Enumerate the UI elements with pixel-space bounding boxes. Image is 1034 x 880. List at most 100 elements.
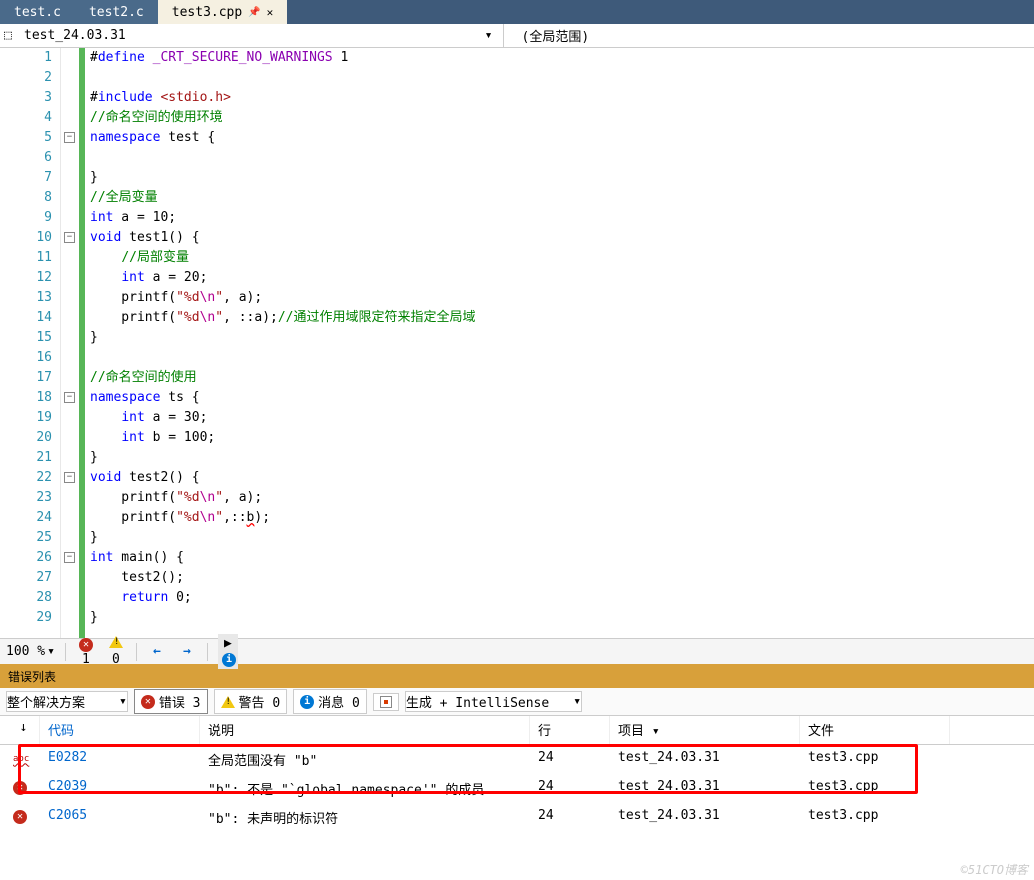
nav-play-button[interactable]: ▶ i bbox=[218, 634, 238, 669]
code-line[interactable]: //全局变量 bbox=[90, 188, 1034, 208]
code-line[interactable]: } bbox=[90, 528, 1034, 548]
scope-dropdown[interactable]: 整个解决方案 ▾ bbox=[6, 691, 128, 712]
error-proj: test_24.03.31 bbox=[610, 777, 800, 800]
warning-icon bbox=[221, 696, 235, 708]
error-panel-title: 错误列表 bbox=[0, 664, 1034, 688]
tab-test-c[interactable]: test.c bbox=[0, 0, 75, 24]
col-file[interactable]: 文件 bbox=[800, 716, 950, 744]
clear-filter-button[interactable] bbox=[373, 693, 399, 711]
intellisense-icon: abc bbox=[13, 754, 27, 764]
code-line[interactable]: void test1() { bbox=[90, 228, 1034, 248]
code-line[interactable]: //命名空间的使用 bbox=[90, 368, 1034, 388]
code-line[interactable]: return 0; bbox=[90, 588, 1034, 608]
code-line[interactable]: } bbox=[90, 168, 1034, 188]
nav-bar: ⬚ test_24.03.31 ▾ (全局范围) bbox=[0, 24, 1034, 48]
info-icon: i bbox=[222, 653, 236, 667]
error-icon: ✕ bbox=[141, 695, 155, 709]
code-line[interactable]: //局部变量 bbox=[90, 248, 1034, 268]
error-row[interactable]: abcE0282全局范围没有 "b"24test_24.03.31test3.c… bbox=[0, 745, 1034, 774]
change-bar bbox=[79, 48, 85, 638]
nav-back-button[interactable]: ← bbox=[147, 644, 167, 659]
fold-margin: − − − − − bbox=[60, 48, 86, 638]
code-line[interactable]: namespace ts { bbox=[90, 388, 1034, 408]
warning-count[interactable]: 0 bbox=[106, 636, 126, 667]
code-line[interactable]: //命名空间的使用环境 bbox=[90, 108, 1034, 128]
fold-toggle[interactable]: − bbox=[64, 232, 75, 243]
error-icon: ✕ bbox=[79, 638, 93, 652]
nav-fwd-button[interactable]: → bbox=[177, 644, 197, 659]
code-line[interactable]: int a = 30; bbox=[90, 408, 1034, 428]
error-desc: "b": 不是 "`global namespace'" 的成员 bbox=[200, 777, 530, 800]
nav-scope-left[interactable]: ⬚ test_24.03.31 ▾ bbox=[0, 24, 504, 47]
code-line[interactable]: } bbox=[90, 608, 1034, 628]
nav-scope-right[interactable]: (全局范围) bbox=[504, 24, 1034, 47]
error-line: 24 bbox=[530, 777, 610, 800]
scope-icon: ⬚ bbox=[4, 28, 20, 43]
zoom-control[interactable]: 100 %▾ bbox=[6, 644, 55, 659]
error-row[interactable]: ✕ C2065"b": 未声明的标识符24test_24.03.31test3.c… bbox=[0, 803, 1034, 832]
code-line[interactable]: printf("%d\n",::b); bbox=[90, 508, 1034, 528]
error-desc: 全局范围没有 "b" bbox=[200, 748, 530, 771]
dropdown-arrow-icon: ▾ bbox=[89, 694, 127, 709]
error-code: C2039 bbox=[40, 777, 200, 800]
error-file: test3.cpp bbox=[800, 777, 950, 800]
code-line[interactable]: printf("%d\n", a); bbox=[90, 488, 1034, 508]
warnings-filter-button[interactable]: 警告 0 bbox=[214, 689, 288, 714]
code-line[interactable]: #include <stdio.h> bbox=[90, 88, 1034, 108]
close-icon[interactable]: ✕ bbox=[267, 6, 274, 19]
error-desc: "b": 未声明的标识符 bbox=[200, 806, 530, 829]
fold-toggle[interactable]: − bbox=[64, 392, 75, 403]
error-code: E0282 bbox=[40, 748, 200, 771]
col-proj[interactable]: 项目 ▾ bbox=[610, 716, 800, 744]
code-line[interactable]: printf("%d\n", ::a);//通过作用域限定符来指定全局域 bbox=[90, 308, 1034, 328]
col-line[interactable]: 行 bbox=[530, 716, 610, 744]
messages-filter-button[interactable]: i消息 0 bbox=[293, 689, 367, 714]
fold-toggle[interactable]: − bbox=[64, 552, 75, 563]
dropdown-arrow-icon[interactable]: ▾ bbox=[479, 28, 499, 43]
error-icon: ✕ bbox=[13, 781, 27, 795]
error-table: ↓ 代码 说明 行 项目 ▾ 文件 abcE0282全局范围没有 "b"24te… bbox=[0, 716, 1034, 832]
code-line[interactable]: printf("%d\n", a); bbox=[90, 288, 1034, 308]
tab-test2-c[interactable]: test2.c bbox=[75, 0, 158, 24]
tab-test3-cpp[interactable]: test3.cpp 📌 ✕ bbox=[158, 0, 288, 24]
code-line[interactable]: #define _CRT_SECURE_NO_WARNINGS 1 bbox=[90, 48, 1034, 68]
code-editor[interactable]: 1234567891011121314151617181920212223242… bbox=[0, 48, 1034, 638]
code-line[interactable] bbox=[90, 68, 1034, 88]
code-line[interactable] bbox=[90, 148, 1034, 168]
code-line[interactable]: int b = 100; bbox=[90, 428, 1034, 448]
info-icon: i bbox=[300, 695, 314, 709]
error-count[interactable]: ✕ 1 bbox=[76, 636, 96, 667]
source-dropdown[interactable]: 生成 + IntelliSense ▾ bbox=[405, 691, 582, 712]
error-code: C2065 bbox=[40, 806, 200, 829]
error-icon: ✕ bbox=[13, 810, 27, 824]
error-table-header: ↓ 代码 说明 行 项目 ▾ 文件 bbox=[0, 716, 1034, 745]
code-line[interactable]: } bbox=[90, 448, 1034, 468]
code-line[interactable] bbox=[90, 348, 1034, 368]
nav-right-text: (全局范围) bbox=[522, 26, 590, 45]
code-line[interactable]: namespace test { bbox=[90, 128, 1034, 148]
code-line[interactable]: int a = 10; bbox=[90, 208, 1034, 228]
dropdown-arrow-icon[interactable]: ▾ bbox=[47, 644, 55, 659]
error-line: 24 bbox=[530, 806, 610, 829]
error-file: test3.cpp bbox=[800, 806, 950, 829]
code-line[interactable]: int main() { bbox=[90, 548, 1034, 568]
error-table-body: abcE0282全局范围没有 "b"24test_24.03.31test3.c… bbox=[0, 745, 1034, 832]
errors-filter-button[interactable]: ✕错误 3 bbox=[134, 689, 208, 714]
fold-toggle[interactable]: − bbox=[64, 472, 75, 483]
error-row[interactable]: ✕ C2039"b": 不是 "`global namespace'" 的成员24… bbox=[0, 774, 1034, 803]
error-toolbar: 整个解决方案 ▾ ✕错误 3 警告 0 i消息 0 生成 + IntelliSe… bbox=[0, 688, 1034, 716]
col-icon[interactable]: ↓ bbox=[0, 716, 40, 744]
code-line[interactable]: int a = 20; bbox=[90, 268, 1034, 288]
watermark: ©51CTO博客 bbox=[961, 861, 1028, 878]
pin-icon[interactable]: 📌 bbox=[248, 7, 260, 18]
col-desc[interactable]: 说明 bbox=[200, 716, 530, 744]
code-line[interactable]: } bbox=[90, 328, 1034, 348]
col-code[interactable]: 代码 bbox=[40, 716, 200, 744]
code-line[interactable]: test2(); bbox=[90, 568, 1034, 588]
error-proj: test_24.03.31 bbox=[610, 806, 800, 829]
line-numbers: 1234567891011121314151617181920212223242… bbox=[0, 48, 60, 638]
warning-icon bbox=[109, 636, 123, 648]
fold-toggle[interactable]: − bbox=[64, 132, 75, 143]
code-line[interactable]: void test2() { bbox=[90, 468, 1034, 488]
code-area[interactable]: #define _CRT_SECURE_NO_WARNINGS 1 #inclu… bbox=[86, 48, 1034, 638]
